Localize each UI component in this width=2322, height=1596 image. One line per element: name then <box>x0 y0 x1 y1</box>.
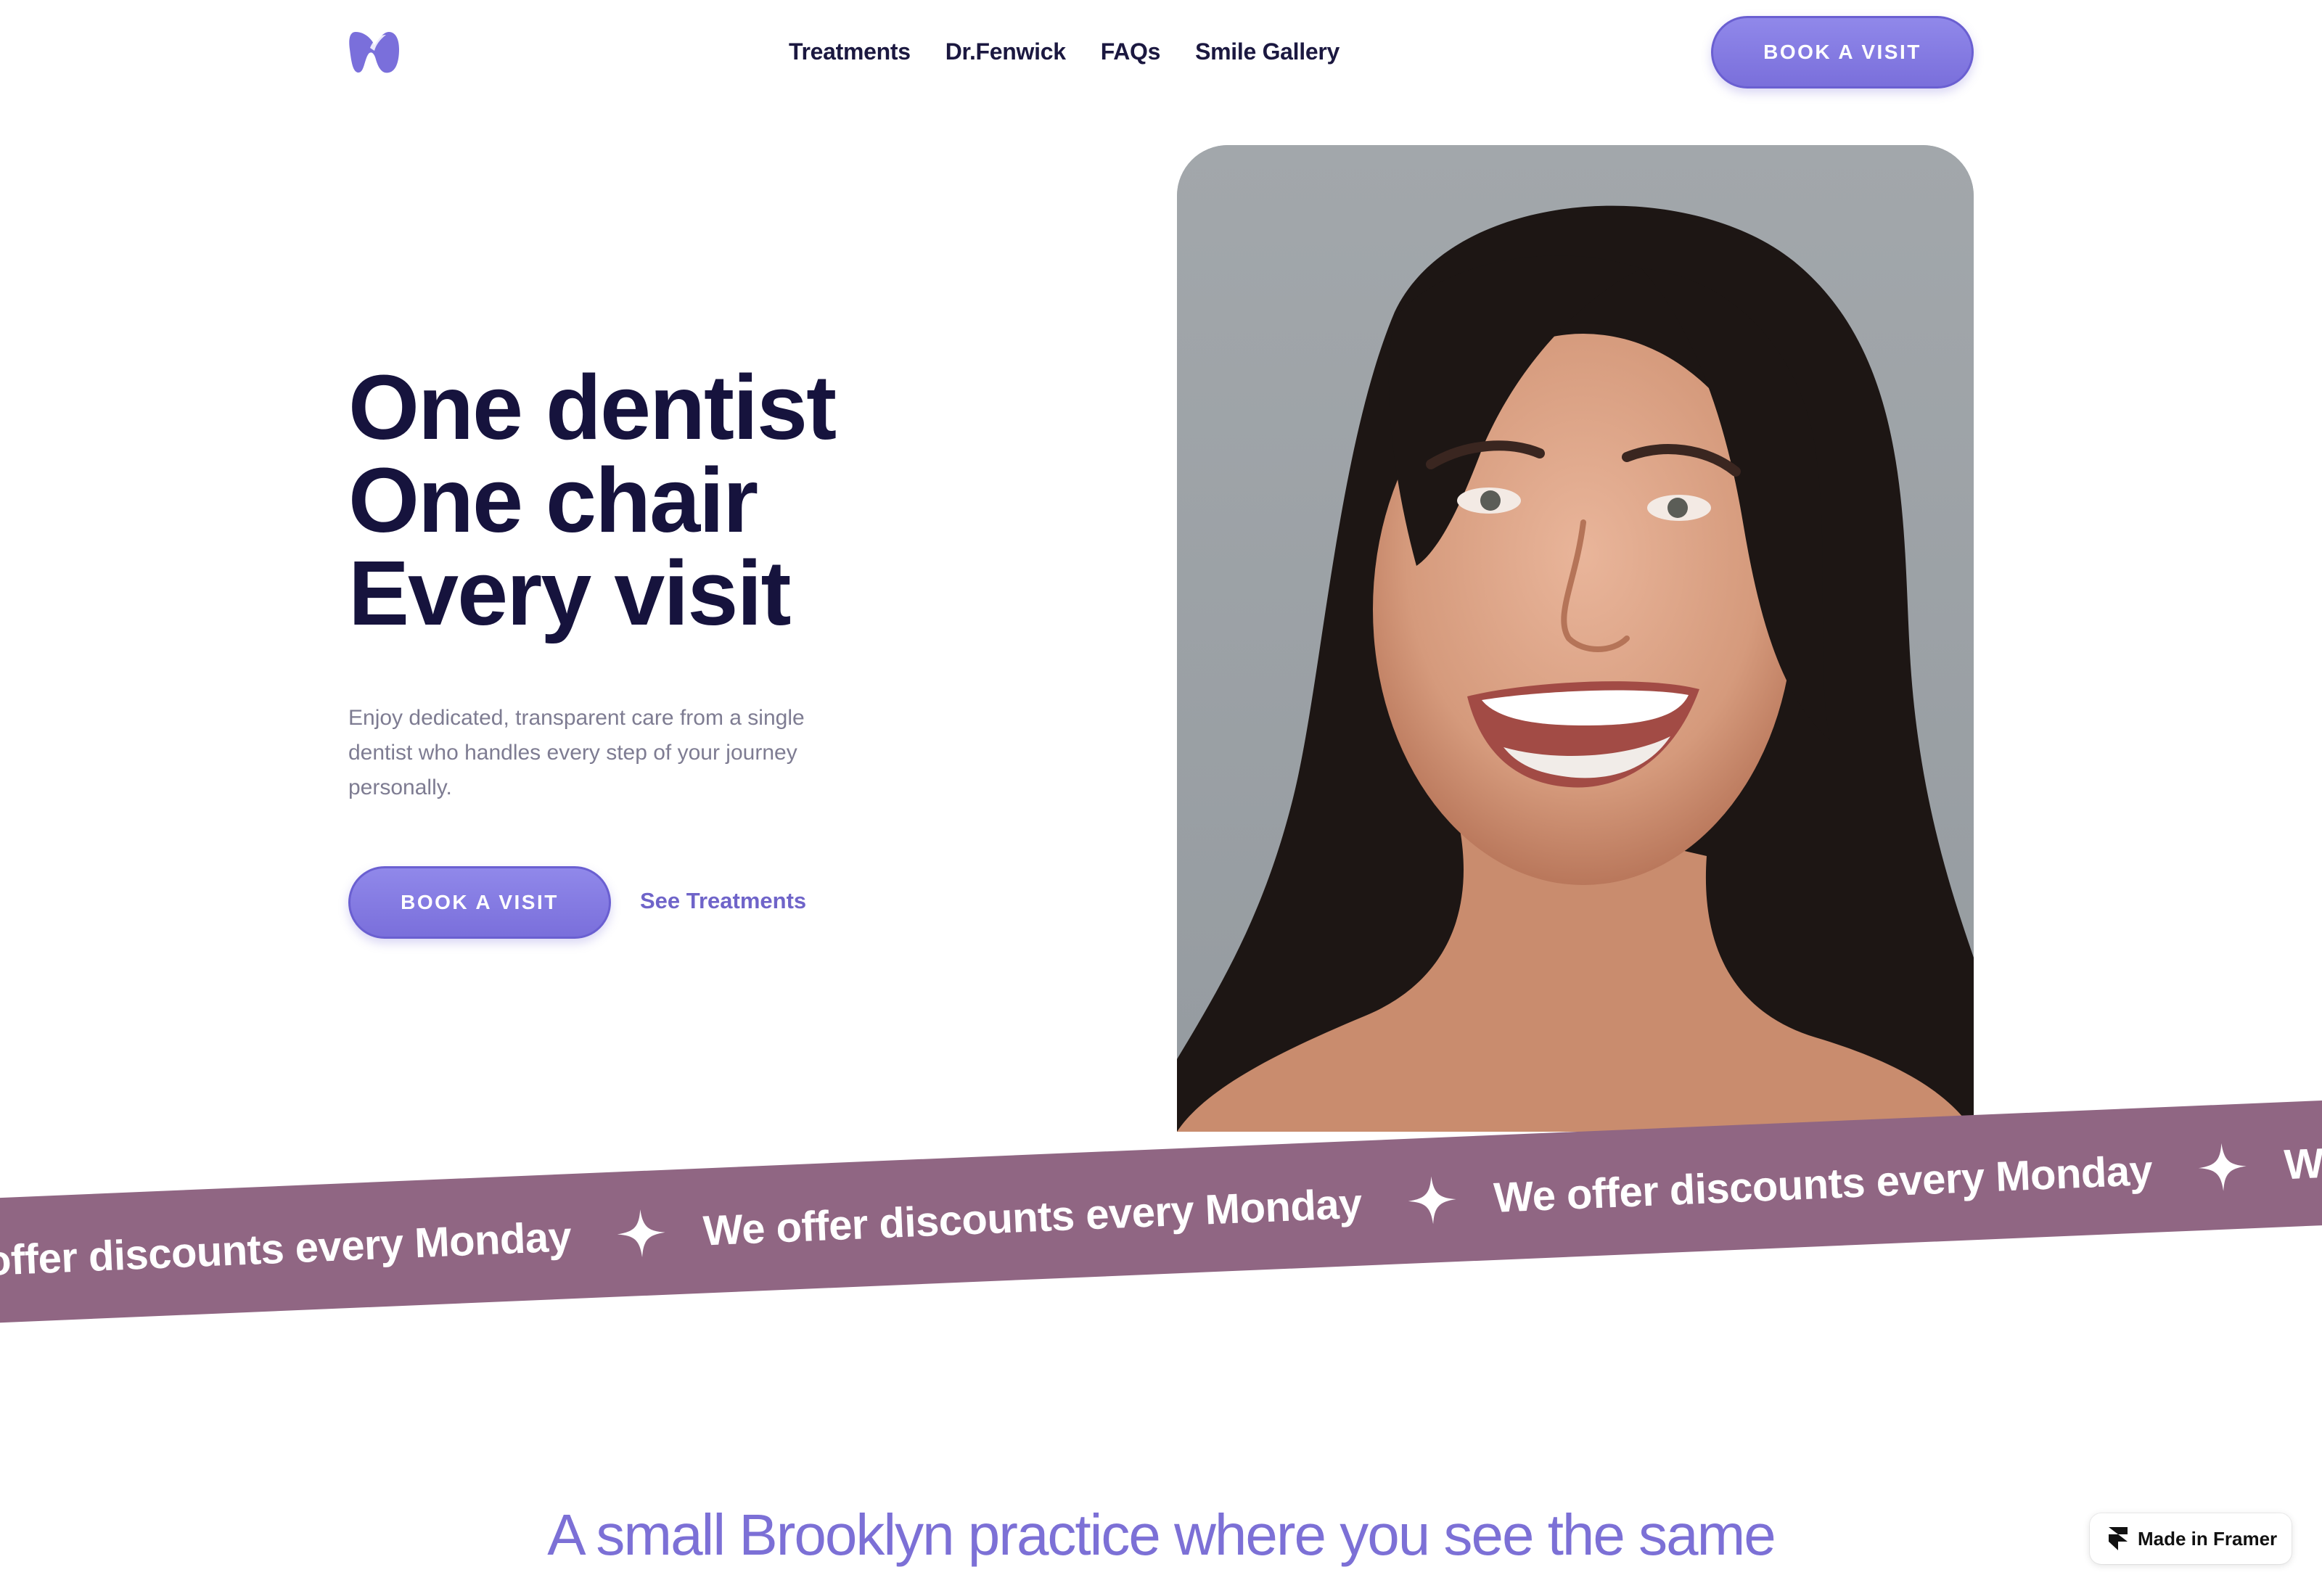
marquee-text: We offer discounts every Monday <box>2283 1114 2322 1188</box>
marquee-item: We offer discounts every Monday <box>702 1173 1495 1255</box>
hero-photo <box>1177 145 1974 1132</box>
main-nav: Treatments Dr.Fenwick FAQs Smile Gallery <box>789 35 1340 68</box>
sparkle-star-icon <box>618 1209 666 1258</box>
nav-item-faqs[interactable]: FAQs <box>1101 38 1161 65</box>
marquee-text: We offer discounts every Monday <box>702 1180 1363 1255</box>
section-heading: A small Brooklyn practice where you see … <box>547 1502 1776 1567</box>
hero-title-line: One dentist <box>348 356 837 458</box>
marquee-track: We offer discounts every Monday We offer… <box>0 1103 2322 1297</box>
discount-marquee: We offer discounts every Monday We offer… <box>0 1091 2322 1329</box>
header-book-visit-button[interactable]: BOOK A VISIT <box>1711 16 1974 89</box>
hero-title-line: One chair <box>348 449 758 551</box>
hero-subtitle: Enjoy dedicated, transparent care from a… <box>348 706 805 799</box>
page: Treatments Dr.Fenwick FAQs Smile Gallery… <box>0 0 2322 1596</box>
see-treatments-link[interactable]: See Treatments <box>640 888 806 914</box>
made-in-framer-badge[interactable]: Made in Framer <box>2090 1513 2292 1564</box>
nav-item-smile-gallery[interactable]: Smile Gallery <box>1195 38 1340 65</box>
framer-logo-icon <box>2109 1527 2128 1550</box>
marquee-text: We offer discounts every Monday <box>1493 1146 2154 1222</box>
hero-book-visit-button[interactable]: BOOK A VISIT <box>348 866 611 939</box>
marquee-text: We offer discounts every Monday <box>0 1212 573 1288</box>
marquee-item: We offer discounts every Monday <box>2284 1113 2322 1189</box>
sparkle-star-icon <box>2199 1143 2247 1191</box>
tooth-logo-icon[interactable] <box>348 29 401 75</box>
smiling-woman-portrait <box>1177 145 1974 1132</box>
hero-title-line: Every visit <box>348 542 791 644</box>
hero-title: One dentist One chair Every visit <box>348 361 1001 640</box>
nav-item-dr-fenwick[interactable]: Dr.Fenwick <box>945 38 1066 65</box>
sparkle-star-icon <box>1408 1176 1456 1225</box>
marquee-item: We offer discounts every Monday <box>1493 1140 2285 1222</box>
made-in-framer-label: Made in Framer <box>2138 1527 2278 1550</box>
nav-item-treatments[interactable]: Treatments <box>789 38 911 65</box>
marquee-item: We offer discounts every Monday <box>0 1206 704 1288</box>
